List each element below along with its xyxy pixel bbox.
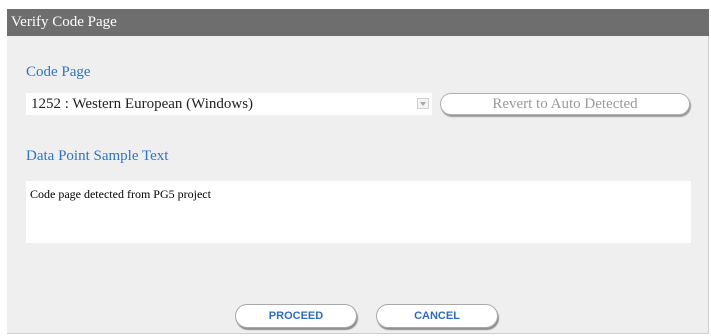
sample-text-area[interactable]: Code page detected from PG5 project [26,181,691,243]
revert-to-auto-detected-button[interactable]: Revert to Auto Detected [440,93,690,115]
verify-code-page-dialog: Verify Code Page Code Page 1252 : Wester… [7,9,709,334]
chevron-down-icon[interactable] [417,98,429,109]
proceed-button[interactable]: PROCEED [235,304,357,328]
code-page-select[interactable]: 1252 : Western European (Windows) [26,93,432,115]
data-point-sample-text-label: Data Point Sample Text [26,148,169,164]
code-page-label: Code Page [26,64,91,80]
code-page-selected-value: 1252 : Western European (Windows) [31,96,254,112]
dialog-title: Verify Code Page [7,9,709,36]
cancel-button[interactable]: CANCEL [376,304,498,328]
